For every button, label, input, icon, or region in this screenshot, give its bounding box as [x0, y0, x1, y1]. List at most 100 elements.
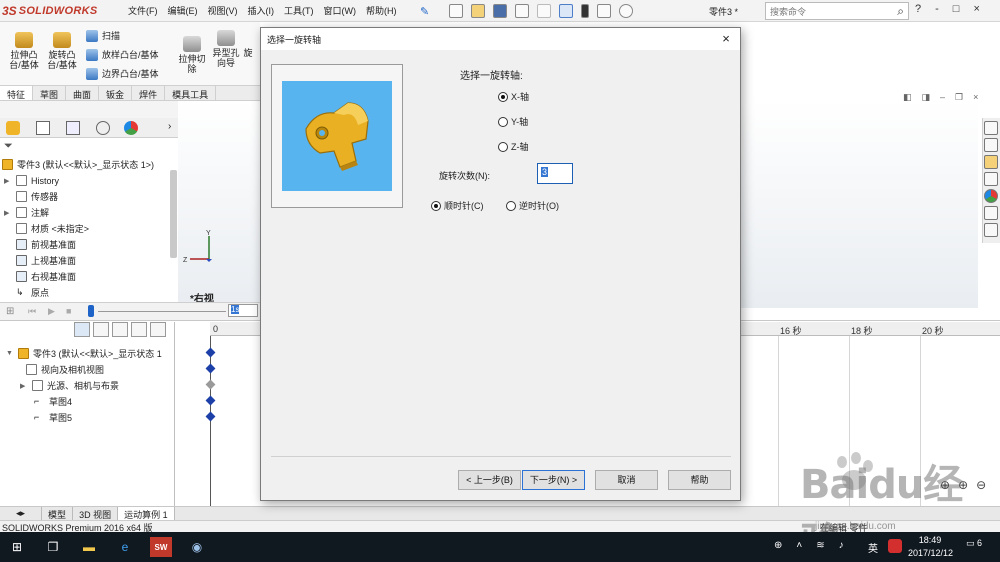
tab-sketch[interactable]: 草图: [33, 86, 67, 100]
filter-selected-icon[interactable]: [112, 322, 128, 337]
command-search-input[interactable]: 搜索命令 ⌕: [765, 2, 909, 20]
ime-indicator[interactable]: 英: [868, 540, 878, 555]
tab-model[interactable]: 模型: [42, 507, 74, 520]
filter-options-icon[interactable]: [150, 322, 166, 337]
dialog-close-button[interactable]: ×: [716, 30, 736, 48]
taskbar-clock[interactable]: 18:49 2017/12/12: [908, 534, 953, 560]
loft-button[interactable]: 放样凸台/基体: [86, 48, 159, 61]
config-manager-tab-icon[interactable]: [66, 121, 80, 135]
help-icon[interactable]: ?: [915, 3, 921, 15]
undo-icon[interactable]: [537, 4, 551, 18]
rotation-count-input[interactable]: 3: [537, 163, 573, 184]
notification-center[interactable]: ▭ 6: [966, 538, 982, 549]
tab-motion-study[interactable]: 运动算例 1: [118, 507, 175, 520]
play-icon[interactable]: ▶: [48, 306, 55, 317]
traffic-light-icon[interactable]: [581, 4, 589, 18]
tree-item-annotations[interactable]: ▶ 注解: [4, 205, 49, 220]
app-taskbar-icon[interactable]: ◉: [186, 537, 208, 557]
solidworks-logo[interactable]: 3S SOLIDWORKS: [2, 2, 112, 20]
extruded-boss-button[interactable]: 拉伸凸 台/基体: [4, 32, 44, 70]
menu-window[interactable]: 窗口(W): [324, 4, 357, 17]
menu-view[interactable]: 视图(V): [208, 4, 238, 17]
network-icon[interactable]: ⊕: [774, 540, 782, 551]
tab-mold-tools[interactable]: 模具工具: [165, 86, 217, 100]
expand-arrow-icon[interactable]: ▶: [20, 382, 28, 390]
zoom-in-icon[interactable]: ⊕: [958, 478, 968, 492]
tree-scrollbar[interactable]: [170, 170, 177, 258]
wifi-icon[interactable]: ≋: [816, 540, 824, 551]
tree-item-history[interactable]: ▶ History: [4, 173, 59, 188]
graphics-restore-icon[interactable]: ❐: [955, 92, 963, 103]
tree-root[interactable]: 零件3 (默认<<默认>_显示状态 1>): [2, 157, 154, 172]
filter-results-icon[interactable]: [131, 322, 147, 337]
chevron-right-icon[interactable]: ›: [168, 121, 171, 132]
edge-browser-icon[interactable]: e: [114, 537, 136, 557]
tree-item-right-plane[interactable]: 右视基准面: [4, 269, 76, 284]
dialog-title-bar[interactable]: 选择一旋转轴: [261, 28, 740, 50]
stop-icon[interactable]: ■: [66, 306, 71, 316]
graphics-minimize-icon[interactable]: –: [940, 92, 945, 103]
zoom-out-icon[interactable]: ⊖: [976, 478, 986, 492]
search-icon[interactable]: ⌕: [897, 4, 904, 19]
task-view-icon[interactable]: ❐: [42, 537, 64, 557]
play-from-start-icon[interactable]: ⏮: [28, 306, 36, 317]
tree-item-front-plane[interactable]: 前视基准面: [4, 237, 76, 252]
calculate-icon[interactable]: ⊞: [6, 306, 14, 317]
revolved-cut-button[interactable]: 旋: [238, 48, 258, 58]
forum-icon[interactable]: [984, 223, 998, 237]
solidworks-taskbar-icon[interactable]: SW: [150, 537, 172, 557]
z-axis-radio[interactable]: Z-轴: [498, 140, 529, 153]
motion-tree-root[interactable]: ▼ 零件3 (默认<<默认>_显示状态 1: [6, 346, 162, 361]
x-axis-radio[interactable]: X-轴: [498, 90, 529, 103]
motion-tree-sketch5[interactable]: ⌐ 草图5: [34, 410, 72, 425]
tree-item-top-plane[interactable]: 上视基准面: [4, 253, 76, 268]
counterclockwise-radio[interactable]: 逆时针(O): [506, 199, 559, 212]
tab-scroll-arrows[interactable]: ◂▸: [0, 507, 43, 520]
next-button[interactable]: 下一步(N) >: [522, 470, 585, 490]
tree-item-origin[interactable]: ↳ 原点: [4, 285, 49, 300]
menu-edit[interactable]: 编辑(E): [168, 4, 198, 17]
revolved-boss-button[interactable]: 旋转凸 台/基体: [42, 32, 82, 70]
menu-insert[interactable]: 插入(I): [248, 4, 275, 17]
file-explorer-taskbar-icon[interactable]: ▬: [78, 537, 100, 557]
pin-icon[interactable]: ✎: [420, 5, 429, 18]
options-gear-icon[interactable]: [619, 4, 633, 18]
cancel-button[interactable]: 取消: [595, 470, 658, 490]
resources-icon[interactable]: [984, 138, 998, 152]
close-button[interactable]: ×: [973, 3, 979, 15]
motion-tree-lights[interactable]: ▶ 光源、相机与布景: [20, 378, 119, 393]
open-folder-icon[interactable]: [471, 4, 485, 18]
expand-arrow-icon[interactable]: ▶: [4, 177, 12, 185]
filter-animated-icon[interactable]: [74, 322, 90, 337]
menu-help[interactable]: 帮助(H): [366, 4, 397, 17]
design-library-icon[interactable]: [984, 155, 998, 169]
ime-app-icon[interactable]: [888, 539, 902, 553]
file-properties-icon[interactable]: [597, 4, 611, 18]
home-icon[interactable]: [984, 121, 998, 135]
back-button[interactable]: < 上一步(B): [458, 470, 521, 490]
tab-3d-views[interactable]: 3D 视图: [73, 507, 119, 520]
help-button[interactable]: 帮助: [668, 470, 731, 490]
nav-right-icon[interactable]: ◨: [922, 92, 931, 103]
custom-properties-icon[interactable]: [984, 206, 998, 220]
file-explorer-icon[interactable]: [984, 172, 998, 186]
tab-weldments[interactable]: 焊件: [132, 86, 166, 100]
select-cursor-icon[interactable]: [559, 4, 573, 18]
property-manager-tab-icon[interactable]: [36, 121, 50, 135]
new-document-icon[interactable]: [449, 4, 463, 18]
feature-manager-tab-icon[interactable]: [6, 121, 20, 135]
tab-sheet-metal[interactable]: 钣金: [99, 86, 133, 100]
minimize-button[interactable]: -: [935, 3, 939, 15]
appearances-icon[interactable]: [984, 189, 998, 203]
playback-slider[interactable]: [88, 305, 94, 317]
boundary-boss-button[interactable]: 边界凸台/基体: [86, 67, 159, 80]
tray-arrow-icon[interactable]: ˄: [796, 540, 802, 551]
windows-start-icon[interactable]: ⊞: [6, 537, 28, 557]
motion-tree-sketch4[interactable]: ⌐ 草图4: [34, 394, 72, 409]
nav-left-icon[interactable]: ◧: [903, 92, 912, 103]
motion-tree-camera-views[interactable]: 视向及相机视图: [26, 362, 104, 377]
tree-item-material[interactable]: 材质 <未指定>: [4, 221, 89, 236]
time-field[interactable]: 1s: [228, 304, 258, 317]
y-axis-radio[interactable]: Y-轴: [498, 115, 528, 128]
sweep-button[interactable]: 扫描: [86, 29, 120, 42]
